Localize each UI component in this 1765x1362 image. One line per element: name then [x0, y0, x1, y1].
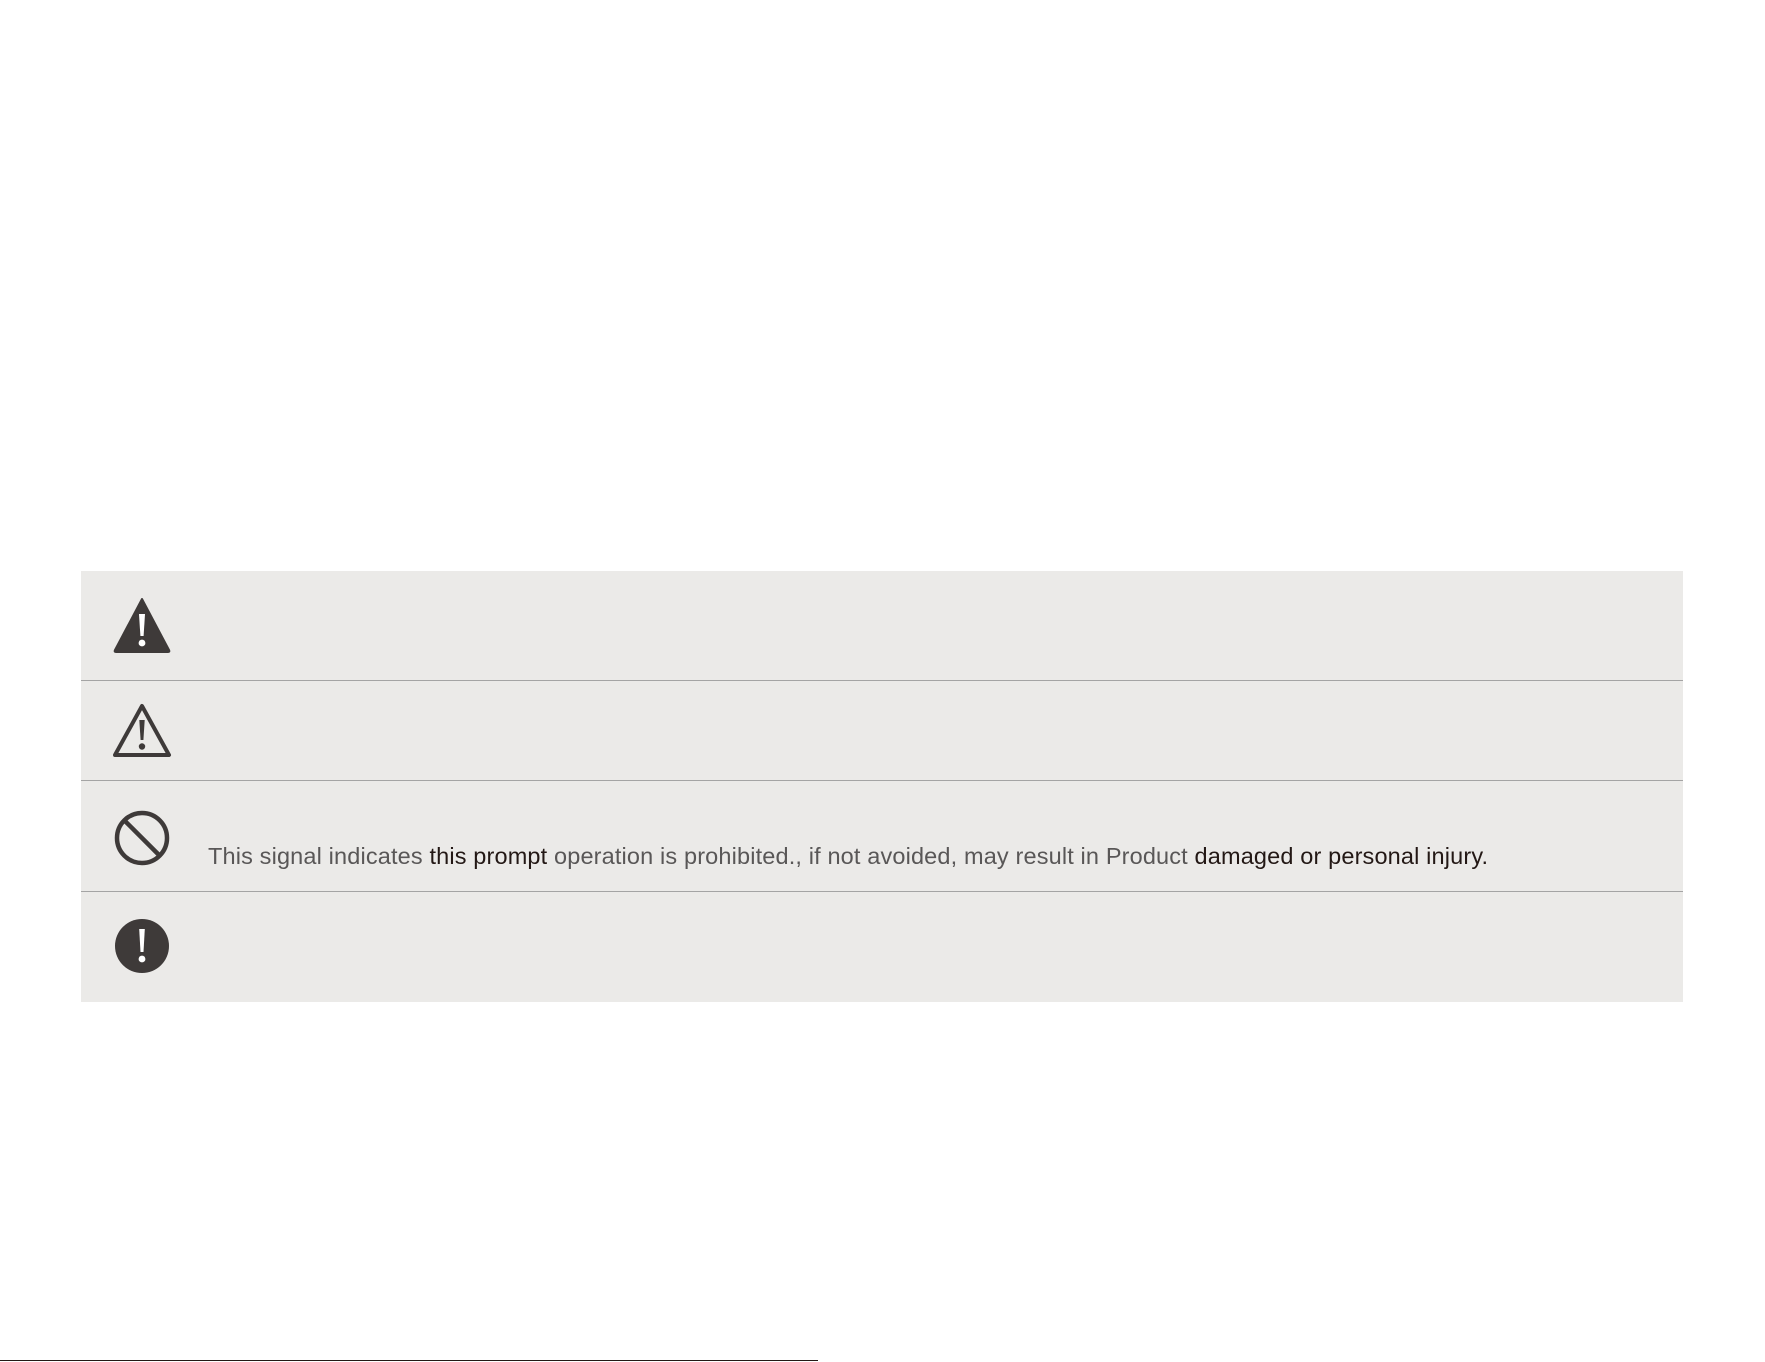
text-part: This signal indicates [208, 843, 430, 869]
prohibition-icon [111, 807, 173, 869]
text-part: operation is prohibited., if not avoided… [547, 843, 1195, 869]
outline-warning-triangle-icon [111, 700, 173, 762]
text-part-emphasis: this prompt [429, 843, 548, 869]
safety-signal-table: This signal indicates this prompt operat… [81, 571, 1683, 1002]
text-part-emphasis: damaged or personal injury. [1194, 843, 1489, 869]
signal-row-mandatory [81, 892, 1683, 1002]
signal-row-danger [81, 571, 1683, 680]
signal-row-prohibited: This signal indicates this prompt operat… [81, 781, 1683, 891]
mandatory-exclamation-icon [111, 915, 173, 977]
prohibited-signal-text: This signal indicates this prompt operat… [208, 843, 1488, 870]
footer-rule [0, 1360, 818, 1361]
signal-row-warning [81, 681, 1683, 780]
filled-warning-triangle-icon [111, 594, 173, 656]
